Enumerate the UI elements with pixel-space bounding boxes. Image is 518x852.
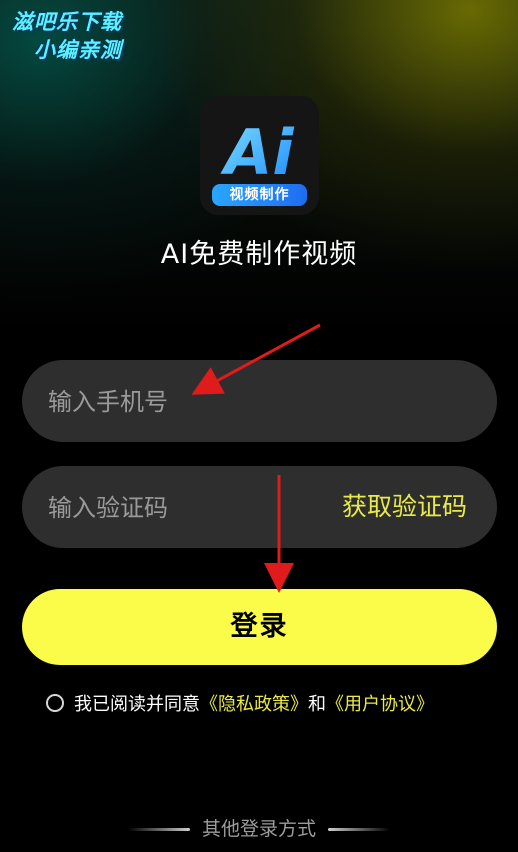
logo-text: Ai <box>219 116 294 189</box>
logo-subtitle: 视频制作 <box>212 184 307 206</box>
login-button[interactable]: 登录 <box>22 589 497 665</box>
app-title: AI免费制作视频 <box>160 239 358 270</box>
divider-right <box>328 828 390 831</box>
watermark-logo: 滋吧乐下载 小编亲测 <box>12 8 142 64</box>
get-code-button[interactable]: 获取验证码 <box>342 466 467 548</box>
other-login-label[interactable]: 其他登录方式 <box>202 818 316 840</box>
app-logo: Ai 视频制作 <box>200 96 319 215</box>
watermark-line-2: 小编亲测 <box>34 38 122 62</box>
watermark-line-1: 滋吧乐下载 <box>12 10 122 34</box>
verification-code-input[interactable] <box>46 466 330 550</box>
agreement-row: 我已阅读并同意《隐私政策》和《用户协议》 <box>46 690 434 715</box>
agreement-prefix: 我已阅读并同意 <box>74 694 200 715</box>
agreement-checkbox[interactable] <box>46 694 64 712</box>
code-field-container: 获取验证码 <box>22 466 497 550</box>
other-login-section: 其他登录方式 <box>0 814 518 841</box>
phone-input[interactable] <box>46 360 330 444</box>
terms-link[interactable]: 《用户协议》 <box>326 694 434 715</box>
agreement-and: 和 <box>308 694 326 715</box>
phone-field-container <box>22 360 497 444</box>
privacy-policy-link[interactable]: 《隐私政策》 <box>200 694 308 715</box>
divider-left <box>127 828 190 831</box>
